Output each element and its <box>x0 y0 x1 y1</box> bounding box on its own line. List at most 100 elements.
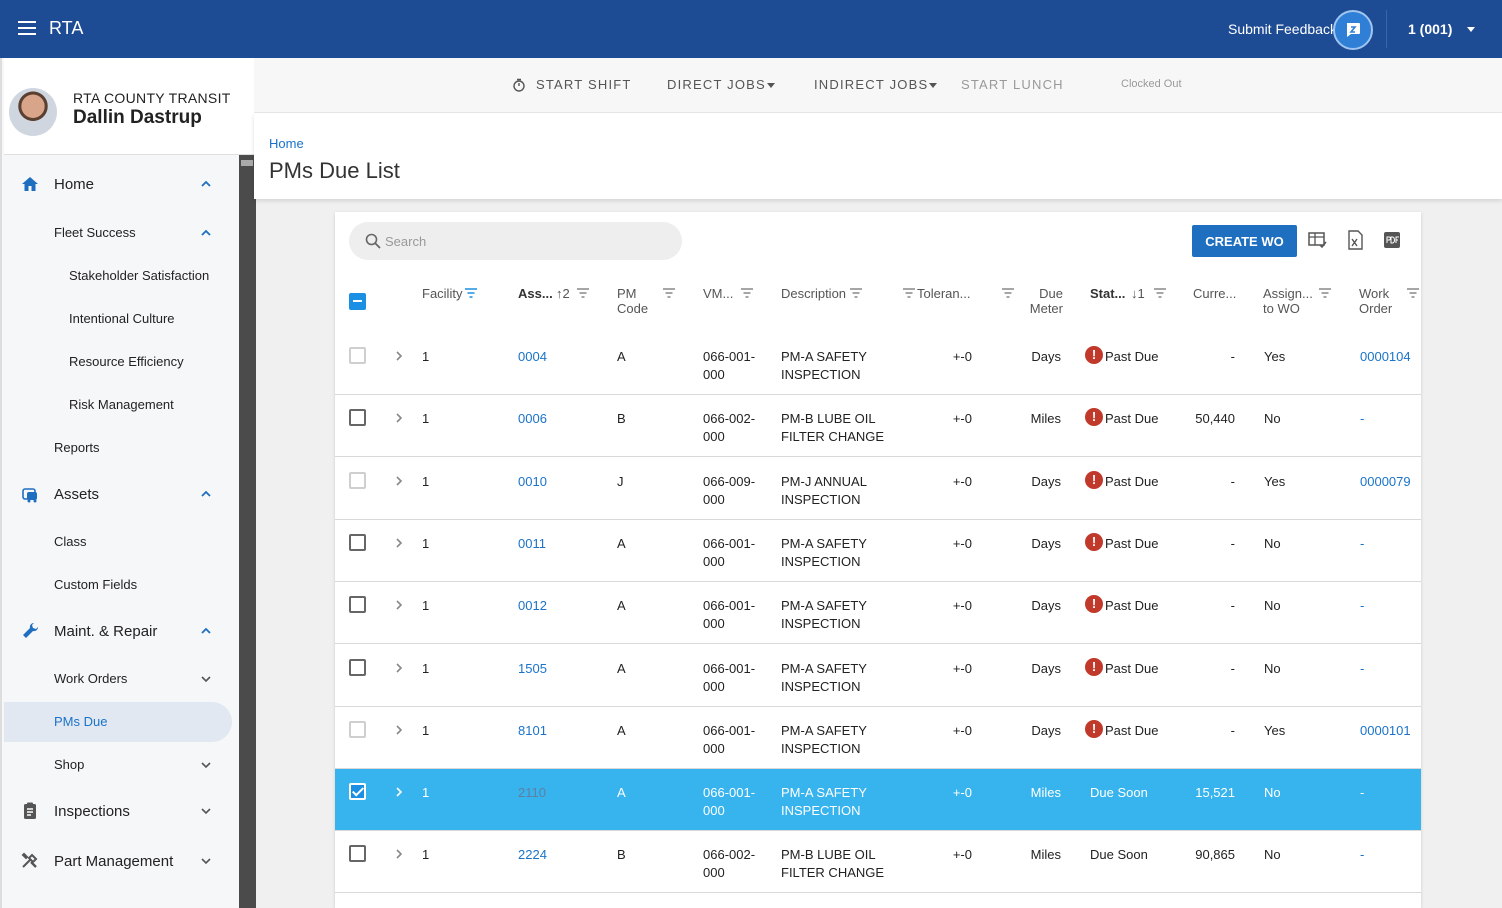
chevron-right-icon[interactable] <box>394 848 404 860</box>
row-checkbox[interactable] <box>349 347 366 364</box>
search-box[interactable] <box>349 222 682 260</box>
column-header-tolerance[interactable]: Toleran... <box>917 286 987 301</box>
breadcrumb[interactable]: Home <box>269 136 304 151</box>
sidebar-item-class[interactable]: Class <box>4 522 239 562</box>
table-row[interactable]: 1 2110 A 066-001-000 PM-A SAFETY INSPECTION +… <box>335 769 1421 831</box>
column-header-pm-code[interactable]: PM Code <box>617 286 657 316</box>
chevron-up-icon[interactable] <box>200 178 212 190</box>
sort-indicator[interactable]: ↓1 <box>1131 286 1145 301</box>
chevron-right-icon[interactable] <box>394 350 404 362</box>
excel-export-icon[interactable] <box>1344 229 1366 251</box>
filter-icon[interactable] <box>1002 288 1014 298</box>
table-row[interactable]: 1 0010 J 066-009-000 PM-J ANNUAL INSPECTION +… <box>335 458 1421 520</box>
chevron-right-icon[interactable] <box>394 537 404 549</box>
feedback-icon[interactable] <box>1333 10 1373 50</box>
filter-icon[interactable] <box>741 288 753 298</box>
direct-jobs-menu[interactable]: DIRECT JOBS <box>667 77 766 92</box>
table-row[interactable]: 1 8101 A 066-001-000 PM-A SAFETY INSPECTION +… <box>335 707 1421 769</box>
sidebar-item-fleet-success[interactable]: Fleet Success <box>4 213 239 253</box>
row-checkbox[interactable] <box>349 659 366 676</box>
table-row[interactable]: 1 0011 A 066-001-000 PM-A SAFETY INSPECTION +… <box>335 520 1421 582</box>
column-settings-icon[interactable] <box>1307 229 1329 251</box>
chevron-down-icon[interactable] <box>200 855 212 867</box>
table-row[interactable]: 1 1505 A 066-001-000 PM-A SAFETY INSPECTION +… <box>335 645 1421 707</box>
caret-down-icon[interactable] <box>1467 27 1475 32</box>
table-row[interactable]: 1 0006 B 066-002-000 PM-B LUBE OIL FILTER CH… <box>335 395 1421 457</box>
chevron-right-icon[interactable] <box>394 724 404 736</box>
sidebar-item-stakeholder-satisfaction[interactable]: Stakeholder Satisfaction <box>4 256 239 296</box>
chevron-down-icon[interactable] <box>929 83 937 88</box>
row-checkbox[interactable] <box>349 596 366 613</box>
work-order-link[interactable]: 0000079 <box>1360 473 1411 491</box>
row-checkbox[interactable] <box>349 472 366 489</box>
sidebar-scrollbar[interactable] <box>239 155 256 908</box>
chevron-up-icon[interactable] <box>200 227 212 239</box>
sidebar-item-custom-fields[interactable]: Custom Fields <box>4 565 239 605</box>
sidebar-item-part-management[interactable]: Part Management <box>4 841 239 881</box>
sidebar-item-reports[interactable]: Reports <box>4 428 239 468</box>
chevron-up-icon[interactable] <box>200 625 212 637</box>
chevron-up-icon[interactable] <box>200 488 212 500</box>
submit-feedback-link[interactable]: Submit Feedback <box>1228 21 1337 37</box>
column-header-current[interactable]: Curre... <box>1193 286 1243 301</box>
column-header-due-meter[interactable]: Due Meter <box>1023 286 1063 316</box>
asset-link[interactable]: 0010 <box>518 473 547 491</box>
asset-link[interactable]: 0004 <box>518 348 547 366</box>
menu-icon[interactable] <box>18 21 36 35</box>
row-checkbox[interactable] <box>349 845 366 862</box>
asset-link[interactable]: 8101 <box>518 722 547 740</box>
work-order-link[interactable]: 0000104 <box>1360 348 1411 366</box>
chevron-right-icon[interactable] <box>394 412 404 424</box>
table-row[interactable]: 1 0012 A 066-001-000 PM-A SAFETY INSPECTION +… <box>335 582 1421 644</box>
table-row[interactable]: 1 0004 A 066-001-000 PM-A SAFETY INSPECTION +… <box>335 333 1421 395</box>
sidebar-item-shop[interactable]: Shop <box>4 745 239 785</box>
user-menu[interactable]: 1 (001) <box>1408 21 1452 37</box>
asset-link[interactable]: 2110 <box>518 784 546 802</box>
sidebar-item-maint-repair[interactable]: Maint. & Repair <box>4 611 239 651</box>
create-wo-button[interactable]: CREATE WO <box>1192 225 1297 257</box>
sidebar-item-home[interactable]: Home <box>4 164 239 204</box>
sort-indicator[interactable]: ↑2 <box>556 286 570 301</box>
sidebar-item-work-orders[interactable]: Work Orders <box>4 659 239 699</box>
sidebar-item-resource-efficiency[interactable]: Resource Efficiency <box>4 342 239 382</box>
chevron-down-icon[interactable] <box>200 673 212 685</box>
sidebar-item-inspections[interactable]: Inspections <box>4 791 239 831</box>
filter-icon[interactable] <box>577 288 589 298</box>
chevron-down-icon[interactable] <box>767 83 775 88</box>
table-row[interactable]: 1 2224 B 066-002-000 PM-B LUBE OIL FILTER CH… <box>335 831 1421 893</box>
column-header-assigned[interactable]: Assign... to WO <box>1263 286 1323 316</box>
sidebar-item-pms-due[interactable]: PMs Due <box>4 702 232 742</box>
search-input[interactable] <box>385 230 665 252</box>
asset-link[interactable]: 0006 <box>518 410 547 428</box>
column-header-vmrs[interactable]: VM... <box>703 286 743 301</box>
scrollbar-up-arrow[interactable] <box>241 160 253 166</box>
asset-link[interactable]: 2224 <box>518 846 547 864</box>
indirect-jobs-menu[interactable]: INDIRECT JOBS <box>814 77 928 92</box>
pdf-export-icon[interactable] <box>1381 229 1403 251</box>
sidebar-item-intentional-culture[interactable]: Intentional Culture <box>4 299 239 339</box>
column-header-description[interactable]: Description <box>781 286 861 301</box>
filter-icon[interactable] <box>465 288 477 298</box>
start-lunch-button[interactable]: START LUNCH <box>961 77 1064 92</box>
filter-icon[interactable] <box>1154 288 1166 298</box>
chevron-down-icon[interactable] <box>200 805 212 817</box>
asset-link[interactable]: 1505 <box>518 660 547 678</box>
asset-link[interactable]: 0011 <box>518 535 546 553</box>
work-order-link[interactable]: 0000101 <box>1360 722 1411 740</box>
filter-icon[interactable] <box>903 288 915 298</box>
row-checkbox[interactable] <box>349 783 366 800</box>
column-header-status[interactable]: Stat... <box>1090 286 1130 301</box>
chevron-right-icon[interactable] <box>394 662 404 674</box>
filter-icon[interactable] <box>850 288 862 298</box>
asset-link[interactable]: 0012 <box>518 597 547 615</box>
chevron-down-icon[interactable] <box>200 759 212 771</box>
filter-icon[interactable] <box>1407 288 1419 298</box>
row-checkbox[interactable] <box>349 721 366 738</box>
filter-icon[interactable] <box>663 288 675 298</box>
chevron-right-icon[interactable] <box>394 599 404 611</box>
filter-icon[interactable] <box>1319 288 1331 298</box>
column-header-work-order[interactable]: Work Order <box>1359 286 1409 316</box>
start-shift-button[interactable]: START SHIFT <box>536 77 632 92</box>
select-all-checkbox[interactable] <box>349 293 366 310</box>
chevron-right-icon[interactable] <box>394 475 404 487</box>
